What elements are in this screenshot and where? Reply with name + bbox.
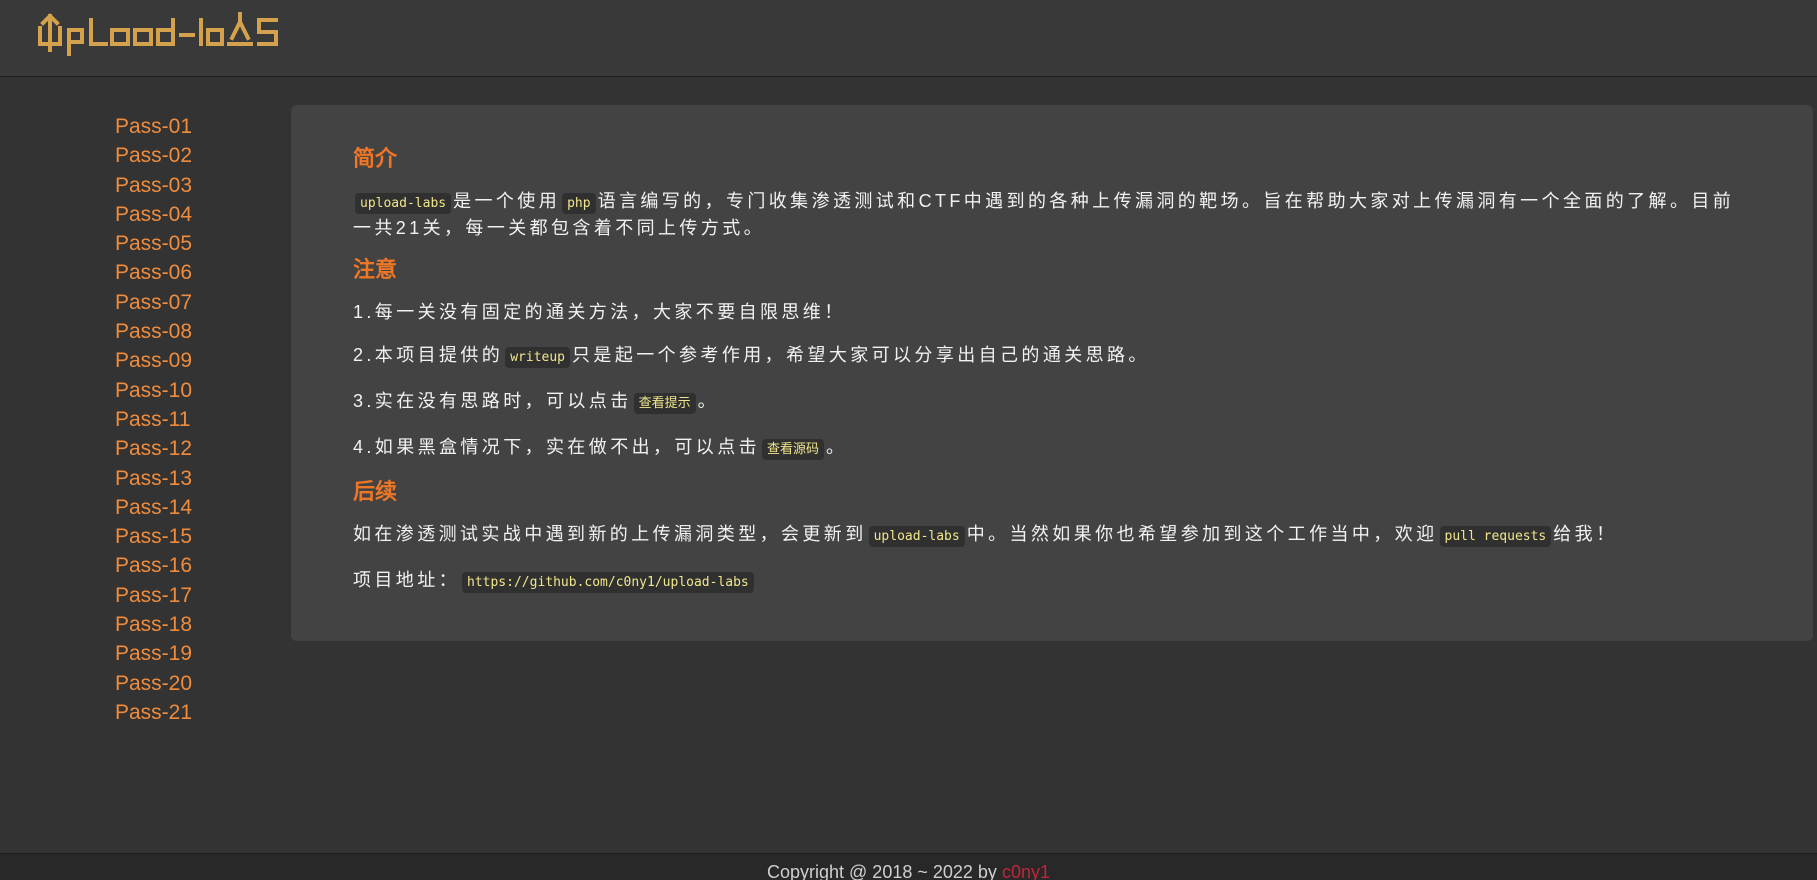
sidebar-item-pass-04[interactable]: Pass-04 (115, 200, 290, 229)
notice-item-4-prefix: 4.如果黑盒情况下，实在做不出，可以点击 (353, 437, 761, 457)
sidebar-item-pass-14[interactable]: Pass-14 (115, 493, 290, 522)
page-footer: Copyright @ 2018 ~ 2022 by c0ny1 (0, 853, 1817, 880)
project-address: 项目地址： https://github.com/c0ny1/upload-lab… (353, 568, 1751, 595)
sidebar-item-pass-08[interactable]: Pass-08 (115, 317, 290, 346)
intro-text-1: 是一个使用 (453, 191, 561, 211)
sidebar-item-pass-12[interactable]: Pass-12 (115, 434, 290, 463)
followup-text-3: 给我！ (1553, 524, 1618, 544)
notice-item-2: 2.本项目提供的 writeup 只是起一个参考作用，希望大家可以分享出自己的通关思… (353, 343, 1751, 370)
sidebar-item-pass-18[interactable]: Pass-18 (115, 610, 290, 639)
followup-text-1: 如在渗透测试实战中遇到新的上传漏洞类型，会更新到 (353, 524, 867, 544)
sidebar-item-pass-06[interactable]: Pass-06 (115, 258, 290, 287)
sidebar-item-pass-02[interactable]: Pass-02 (115, 141, 290, 170)
show-source-link[interactable]: 查看源码 (762, 439, 825, 460)
project-name-code: upload-labs (355, 193, 452, 214)
writeup-code: writeup (505, 347, 571, 368)
sidebar-item-pass-13[interactable]: Pass-13 (115, 464, 290, 493)
sidebar-item-pass-11[interactable]: Pass-11 (115, 405, 290, 434)
sidebar-item-pass-16[interactable]: Pass-16 (115, 551, 290, 580)
sidebar-item-pass-21[interactable]: Pass-21 (115, 698, 290, 727)
upload-labs-logo[interactable] (36, 10, 288, 58)
sidebar-item-pass-07[interactable]: Pass-07 (115, 288, 290, 317)
sidebar-nav: Pass-01 Pass-02 Pass-03 Pass-04 Pass-05 … (0, 112, 290, 727)
pull-requests-code: pull requests (1439, 526, 1552, 547)
sidebar-item-pass-09[interactable]: Pass-09 (115, 346, 290, 375)
sidebar-item-pass-15[interactable]: Pass-15 (115, 522, 290, 551)
sidebar-item-pass-19[interactable]: Pass-19 (115, 639, 290, 668)
intro-paragraph: upload-labs 是一个使用 php 语言编写的，专门收集渗透测试和CTF中遇到… (353, 189, 1751, 240)
notice-item-2-suffix: 只是起一个参考作用，希望大家可以分享出自己的通关思路。 (572, 345, 1150, 365)
sidebar-item-pass-10[interactable]: Pass-10 (115, 376, 290, 405)
copyright-text: Copyright @ 2018 ~ 2022 by (767, 862, 997, 880)
project-name-code-2: upload-labs (868, 526, 965, 547)
followup-paragraph: 如在渗透测试实战中遇到新的上传漏洞类型，会更新到 upload-labs 中。当然如… (353, 522, 1751, 549)
sidebar-item-pass-20[interactable]: Pass-20 (115, 669, 290, 698)
author-link[interactable]: c0ny1 (1002, 862, 1050, 880)
sidebar-item-pass-17[interactable]: Pass-17 (115, 581, 290, 610)
php-code: php (562, 193, 596, 214)
notice-item-4-suffix: 。 (826, 437, 848, 457)
sidebar-item-pass-03[interactable]: Pass-03 (115, 171, 290, 200)
sidebar-item-pass-05[interactable]: Pass-05 (115, 229, 290, 258)
notice-item-1: 1.每一关没有固定的通关方法，大家不要自限思维！ (353, 302, 846, 322)
notice-item-3-suffix: 。 (697, 391, 720, 411)
notice-title: 注意 (353, 257, 398, 282)
project-address-label: 项目地址： (353, 570, 460, 590)
top-header (0, 0, 1817, 77)
logo-graphic (38, 12, 278, 56)
sidebar-item-pass-01[interactable]: Pass-01 (115, 112, 290, 141)
show-hint-link[interactable]: 查看提示 (633, 393, 696, 414)
notice-item-4: 4.如果黑盒情况下，实在做不出，可以点击 查看源码。 (353, 435, 1751, 462)
notice-item-3-prefix: 3.实在没有思路时，可以点击 (353, 391, 632, 411)
followup-title: 后续 (353, 479, 398, 504)
project-url-code[interactable]: https://github.com/c0ny1/upload-labs (462, 572, 754, 593)
intro-text-2: 语言编写的，专门收集渗透测试和CTF中遇到的各种上传漏洞的靶场。旨在帮助大家对上… (353, 191, 1735, 238)
intro-title: 简介 (353, 146, 398, 171)
notice-item-2-prefix: 2.本项目提供的 (353, 345, 504, 365)
followup-text-2: 中。当然如果你也希望参加到这个工作当中，欢迎 (966, 524, 1438, 544)
notice-item-3: 3.实在没有思路时，可以点击 查看提示。 (353, 389, 1751, 416)
main-content-panel: 简介 upload-labs 是一个使用 php 语言编写的，专门收集渗透测试和CTF… (291, 105, 1813, 641)
